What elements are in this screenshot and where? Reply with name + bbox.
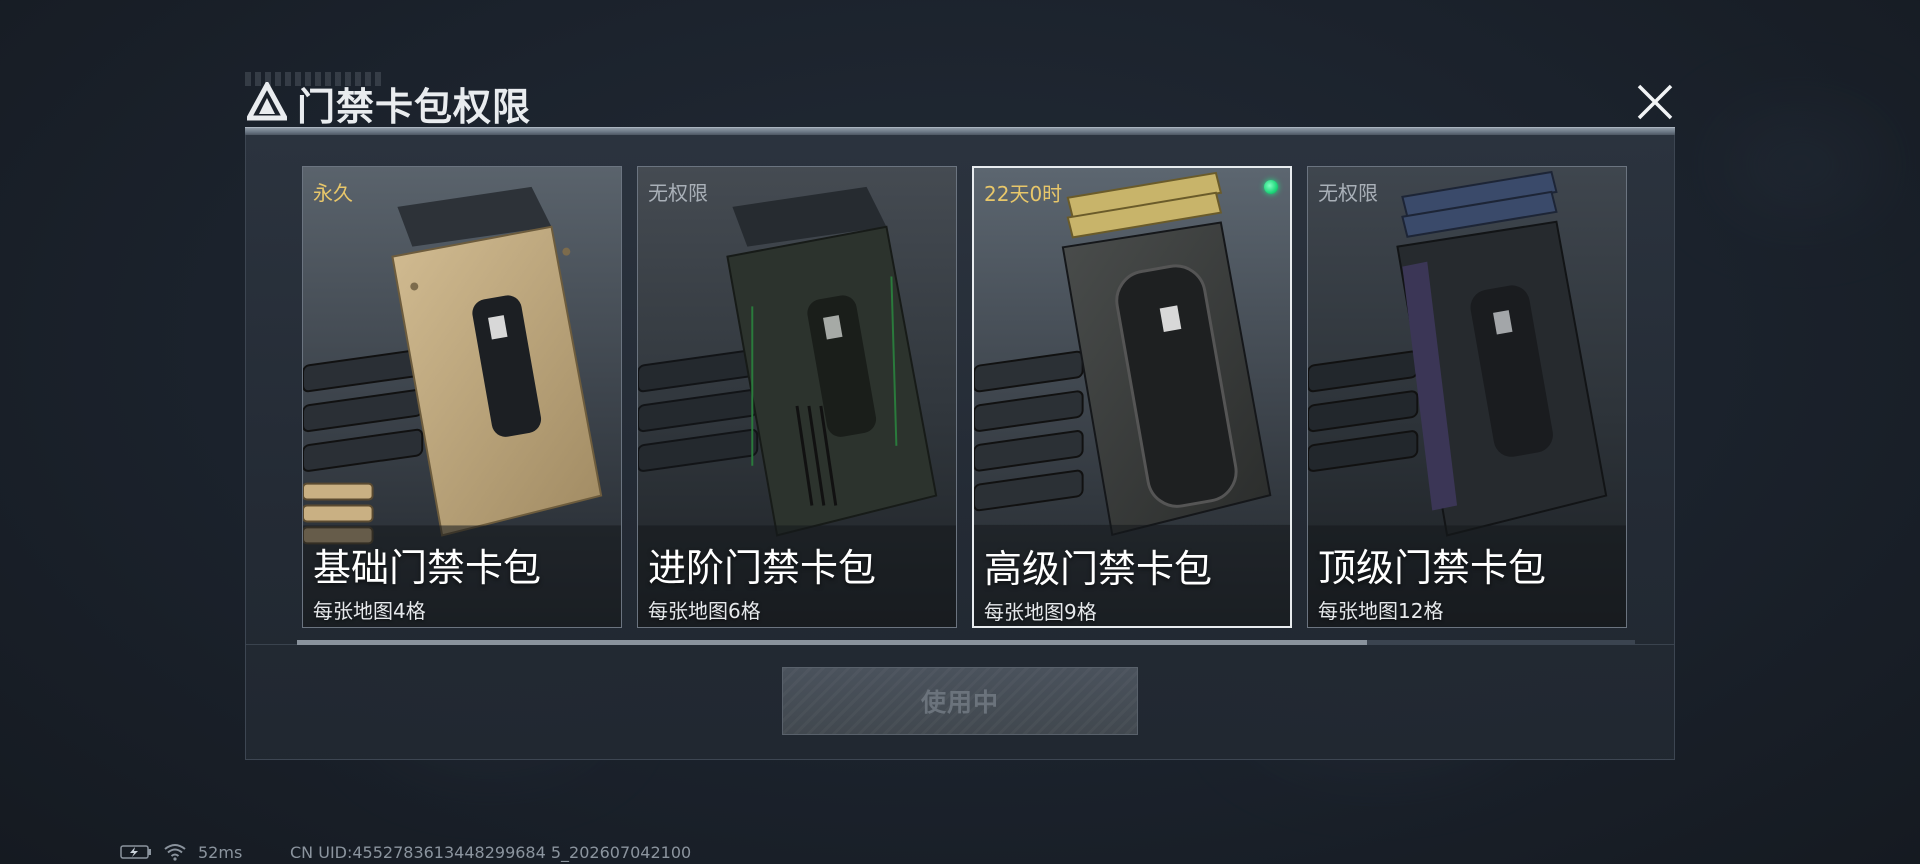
scrollbar-thumb[interactable] xyxy=(297,640,1368,645)
card-advanced-access-pack[interactable]: 无权限 进阶门禁卡包 每张地图6格 xyxy=(637,166,957,628)
close-icon[interactable] xyxy=(1633,80,1677,124)
card-premium-access-pack[interactable]: 22天0时 高级门禁卡包 每张地图9格 xyxy=(972,166,1292,628)
wifi-icon xyxy=(164,844,186,861)
header-underline xyxy=(245,127,1675,135)
in-use-button[interactable]: 使用中 xyxy=(782,667,1138,735)
card-name: 进阶门禁卡包 xyxy=(648,546,877,590)
card-basic-access-pack[interactable]: 永久 基础门禁卡包 每张地图4格 xyxy=(302,166,622,628)
card-name: 基础门禁卡包 xyxy=(313,546,542,590)
active-indicator-icon xyxy=(1264,180,1278,194)
horizontal-scrollbar[interactable] xyxy=(297,640,1635,645)
ping-value: 52ms xyxy=(198,843,243,862)
card-top-access-pack[interactable]: 无权限 顶级门禁卡包 每张地图12格 xyxy=(1307,166,1627,628)
card-status: 22天0时 xyxy=(984,182,1063,206)
dialog-header: 门禁卡包权限 xyxy=(245,70,1675,130)
card-capacity: 每张地图9格 xyxy=(984,600,1097,624)
card-capacity: 每张地图4格 xyxy=(313,599,426,623)
card-capacity: 每张地图12格 xyxy=(1318,599,1444,623)
user-uid: CN UID:4552783613448299684 5_20260704210… xyxy=(290,843,692,862)
in-use-button-label: 使用中 xyxy=(920,688,999,717)
triangle-logo-icon xyxy=(247,82,287,121)
card-name: 高级门禁卡包 xyxy=(984,547,1213,591)
card-name: 顶级门禁卡包 xyxy=(1318,546,1547,590)
card-status: 无权限 xyxy=(1318,181,1378,205)
card-status: 无权限 xyxy=(648,181,708,205)
battery-charging-icon xyxy=(120,845,151,859)
card-status: 永久 xyxy=(313,181,353,205)
dialog-title: 门禁卡包权限 xyxy=(297,85,532,129)
card-capacity: 每张地图6格 xyxy=(648,599,761,623)
